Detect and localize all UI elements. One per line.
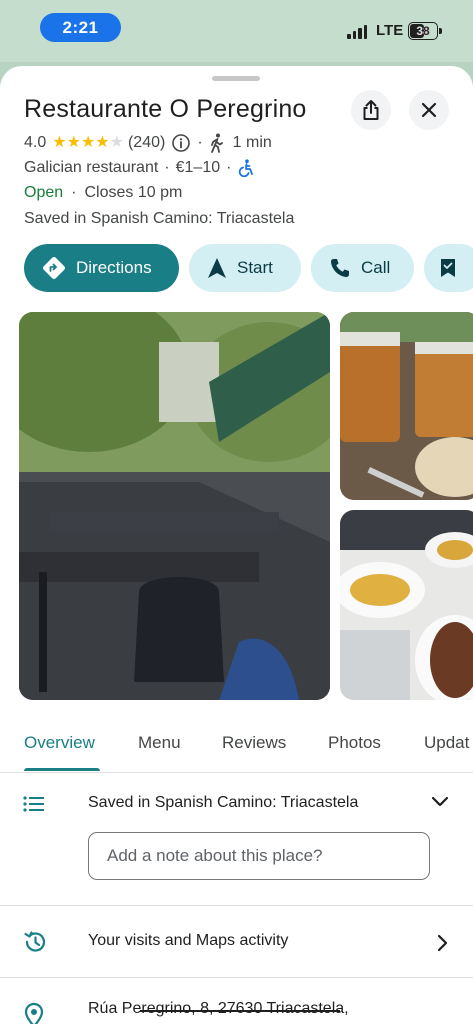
drinks-photo[interactable] bbox=[340, 312, 473, 500]
tab-bar: Overview Menu Reviews Photos Updat bbox=[0, 721, 473, 773]
food-photo-illustration bbox=[340, 510, 473, 700]
tab-reviews[interactable]: Reviews bbox=[222, 733, 286, 753]
saved-in-list: Saved in Spanish Camino: Triacastela bbox=[24, 210, 295, 227]
directions-label: Directions bbox=[76, 258, 152, 277]
saved-list-section: Saved in Spanish Camino: Triacastela Add… bbox=[0, 786, 473, 906]
list-icon bbox=[23, 796, 44, 812]
separator-dot: · bbox=[226, 159, 232, 176]
history-icon bbox=[24, 931, 46, 952]
hours-row[interactable]: Open · Closes 10 pm bbox=[24, 184, 182, 202]
network-type: LTE bbox=[376, 22, 404, 39]
call-button[interactable]: Call bbox=[311, 244, 414, 292]
status-bar: 2:21 LTE 38 bbox=[0, 0, 473, 62]
info-icon[interactable] bbox=[171, 133, 191, 153]
start-button[interactable]: Start bbox=[189, 244, 301, 292]
open-status: Open bbox=[24, 184, 64, 201]
action-chips: Directions Start Call bbox=[24, 244, 473, 292]
share-icon bbox=[363, 100, 379, 120]
drag-handle[interactable] bbox=[212, 76, 260, 81]
star-empty-icon: ★ bbox=[109, 134, 124, 151]
location-pin-icon bbox=[24, 1002, 44, 1024]
star-icon: ★ bbox=[66, 134, 81, 151]
directions-icon bbox=[43, 257, 65, 279]
wheelchair-accessible-icon bbox=[239, 159, 254, 177]
address-text: Rúa Peregrino, 8, 27630 Triacastela, bbox=[88, 1000, 349, 1017]
drinks-photo-illustration bbox=[340, 312, 473, 500]
rating-row: 4.0 ★ ★ ★ ★ ★ (240) · 1 min bbox=[24, 132, 272, 154]
place-title: Restaurante O Peregrino bbox=[24, 95, 307, 123]
close-icon bbox=[421, 102, 437, 118]
start-label: Start bbox=[237, 258, 273, 277]
tab-menu[interactable]: Menu bbox=[138, 733, 181, 753]
note-input[interactable]: Add a note about this place? bbox=[88, 832, 430, 880]
chevron-down-icon[interactable] bbox=[431, 796, 449, 808]
star-icon: ★ bbox=[52, 134, 67, 151]
tab-photos[interactable]: Photos bbox=[328, 733, 381, 753]
phone-icon bbox=[331, 259, 349, 277]
address-row[interactable]: Rúa Peregrino, 8, 27630 Triacastela, bbox=[0, 978, 473, 1024]
call-label: Call bbox=[361, 258, 391, 277]
tab-updates[interactable]: Updat bbox=[424, 733, 469, 753]
category-row: Galician restaurant · €1–10 · bbox=[24, 159, 255, 177]
star-rating: ★ ★ ★ ★ ★ bbox=[52, 135, 124, 151]
review-count[interactable]: (240) bbox=[128, 134, 165, 152]
visits-label: Your visits and Maps activity bbox=[88, 932, 289, 949]
rating-value: 4.0 bbox=[24, 134, 47, 151]
separator-dot: · bbox=[71, 184, 77, 201]
visits-activity-row[interactable]: Your visits and Maps activity bbox=[0, 908, 473, 978]
directions-button[interactable]: Directions bbox=[24, 244, 179, 292]
star-icon: ★ bbox=[95, 134, 110, 151]
navigation-arrow-icon bbox=[208, 258, 226, 278]
bookmark-saved-icon bbox=[441, 259, 455, 277]
active-tab-indicator bbox=[24, 768, 100, 771]
terrace-photo-illustration bbox=[19, 312, 330, 700]
tab-overview[interactable]: Overview bbox=[24, 733, 95, 753]
separator-dot: · bbox=[164, 159, 170, 176]
walking-icon bbox=[210, 133, 223, 153]
battery-level: 38 bbox=[416, 24, 430, 38]
save-button[interactable] bbox=[424, 244, 473, 292]
place-sheet: Restaurante O Peregrino 4.0 ★ ★ ★ ★ ★ (2… bbox=[0, 66, 473, 1024]
terrace-photo[interactable] bbox=[19, 312, 330, 700]
status-time: 2:21 bbox=[40, 13, 121, 42]
star-icon: ★ bbox=[80, 134, 96, 151]
price-range: €1–10 bbox=[175, 159, 221, 176]
saved-list-label: Saved in Spanish Camino: Triacastela bbox=[88, 794, 359, 811]
place-category: Galician restaurant bbox=[24, 159, 159, 176]
share-button[interactable] bbox=[351, 90, 391, 130]
battery-icon: 38 bbox=[408, 22, 442, 40]
closing-time: Closes 10 pm bbox=[84, 184, 183, 201]
close-button[interactable] bbox=[409, 90, 449, 130]
redaction-line bbox=[140, 1010, 340, 1012]
food-photo[interactable] bbox=[340, 510, 473, 700]
cellular-signal-icon bbox=[347, 25, 367, 39]
separator-dot: · bbox=[197, 134, 203, 151]
walk-time: 1 min bbox=[232, 134, 272, 151]
chevron-right-icon bbox=[437, 934, 448, 952]
